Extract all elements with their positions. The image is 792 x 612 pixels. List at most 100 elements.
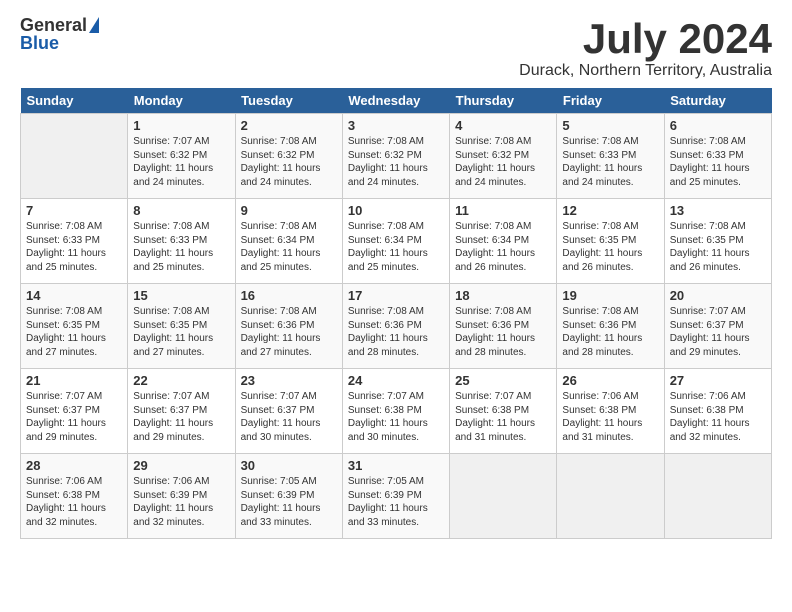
day-number: 25 (455, 373, 551, 388)
day-number: 10 (348, 203, 444, 218)
day-number: 30 (241, 458, 337, 473)
day-number: 11 (455, 203, 551, 218)
day-number: 5 (562, 118, 658, 133)
day-cell: 22Sunrise: 7:07 AM Sunset: 6:37 PM Dayli… (128, 369, 235, 454)
month-title: July 2024 (519, 16, 772, 62)
day-number: 20 (670, 288, 766, 303)
day-number: 27 (670, 373, 766, 388)
day-number: 15 (133, 288, 229, 303)
calendar-table: SundayMondayTuesdayWednesdayThursdayFrid… (20, 88, 772, 539)
day-cell: 18 Sunrise: 7:08 AM Sunset: 6:36 PM Dayli… (450, 284, 557, 369)
header-cell-saturday: Saturday (664, 88, 771, 114)
logo-icon (89, 17, 99, 33)
day-info: Sunrise: 7:05 AM Sunset: 6:39 PM Dayligh… (241, 475, 337, 529)
day-info: Sunrise: 7:08 AM Sunset: 6:32 PM Dayligh… (348, 135, 444, 189)
header-row: SundayMondayTuesdayWednesdayThursdayFrid… (21, 88, 772, 114)
header-cell-thursday: Thursday (450, 88, 557, 114)
day-cell: 28 Sunrise: 7:06 AM Sunset: 6:38 PM Dayli… (21, 454, 128, 539)
day-number: 23 (241, 373, 337, 388)
day-number: 13 (670, 203, 766, 218)
day-cell (21, 114, 128, 199)
day-number: 7 (26, 203, 122, 218)
day-info: Sunrise: 7:08 AM Sunset: 6:33 PM Dayligh… (670, 135, 766, 189)
day-info: Sunrise: 7:07 AM Sunset: 6:37 PM Dayligh… (133, 390, 229, 444)
day-info: Sunrise: 7:08 AM Sunset: 6:34 PM Dayligh… (455, 220, 551, 274)
day-info: Sunrise: 7:08 AM Sunset: 6:35 PM Dayligh… (670, 220, 766, 274)
day-number: 3 (348, 118, 444, 133)
day-info: Sunrise: 7:08 AM Sunset: 6:35 PM Dayligh… (26, 305, 122, 359)
day-number: 8 (133, 203, 229, 218)
day-info: Sunrise: 7:07 AM Sunset: 6:38 PM Dayligh… (455, 390, 551, 444)
day-info: Sunrise: 7:08 AM Sunset: 6:34 PM Dayligh… (241, 220, 337, 274)
day-cell: 25 Sunrise: 7:07 AM Sunset: 6:38 PM Dayli… (450, 369, 557, 454)
day-cell: 24 Sunrise: 7:07 AM Sunset: 6:38 PM Dayli… (342, 369, 449, 454)
day-number: 6 (670, 118, 766, 133)
logo-general-text: General (20, 16, 87, 34)
day-info: Sunrise: 7:06 AM Sunset: 6:38 PM Dayligh… (26, 475, 122, 529)
day-cell: 15 Sunrise: 7:08 AM Sunset: 6:35 PM Dayli… (128, 284, 235, 369)
day-cell (557, 454, 664, 539)
day-cell: 8 Sunrise: 7:08 AM Sunset: 6:33 PM Daylig… (128, 199, 235, 284)
day-number: 24 (348, 373, 444, 388)
day-info: Sunrise: 7:07 AM Sunset: 6:32 PM Dayligh… (133, 135, 229, 189)
day-cell: 26Sunrise: 7:06 AM Sunset: 6:38 PM Dayli… (557, 369, 664, 454)
day-cell: 2 Sunrise: 7:08 AM Sunset: 6:32 PM Daylig… (235, 114, 342, 199)
day-cell: 1 Sunrise: 7:07 AM Sunset: 6:32 PM Daylig… (128, 114, 235, 199)
day-number: 26 (562, 373, 658, 388)
day-info: Sunrise: 7:07 AM Sunset: 6:38 PM Dayligh… (348, 390, 444, 444)
calendar-body: 1 Sunrise: 7:07 AM Sunset: 6:32 PM Daylig… (21, 114, 772, 539)
day-info: Sunrise: 7:07 AM Sunset: 6:37 PM Dayligh… (26, 390, 122, 444)
day-info: Sunrise: 7:05 AM Sunset: 6:39 PM Dayligh… (348, 475, 444, 529)
header: General Blue July 2024 Durack, Northern … (20, 16, 772, 80)
day-number: 28 (26, 458, 122, 473)
day-cell: 9Sunrise: 7:08 AM Sunset: 6:34 PM Daylig… (235, 199, 342, 284)
week-row-1: 1 Sunrise: 7:07 AM Sunset: 6:32 PM Daylig… (21, 114, 772, 199)
day-cell: 4Sunrise: 7:08 AM Sunset: 6:32 PM Daylig… (450, 114, 557, 199)
day-cell: 13 Sunrise: 7:08 AM Sunset: 6:35 PM Dayli… (664, 199, 771, 284)
day-cell: 23 Sunrise: 7:07 AM Sunset: 6:37 PM Dayli… (235, 369, 342, 454)
day-number: 12 (562, 203, 658, 218)
day-info: Sunrise: 7:08 AM Sunset: 6:35 PM Dayligh… (133, 305, 229, 359)
day-number: 14 (26, 288, 122, 303)
title-area: July 2024 Durack, Northern Territory, Au… (519, 16, 772, 80)
day-number: 16 (241, 288, 337, 303)
day-number: 19 (562, 288, 658, 303)
day-cell: 3 Sunrise: 7:08 AM Sunset: 6:32 PM Daylig… (342, 114, 449, 199)
day-cell: 20 Sunrise: 7:07 AM Sunset: 6:37 PM Dayli… (664, 284, 771, 369)
day-info: Sunrise: 7:08 AM Sunset: 6:33 PM Dayligh… (562, 135, 658, 189)
day-cell: 6 Sunrise: 7:08 AM Sunset: 6:33 PM Daylig… (664, 114, 771, 199)
day-number: 1 (133, 118, 229, 133)
day-info: Sunrise: 7:08 AM Sunset: 6:32 PM Dayligh… (241, 135, 337, 189)
day-cell: 27 Sunrise: 7:06 AM Sunset: 6:38 PM Dayli… (664, 369, 771, 454)
day-cell: 17Sunrise: 7:08 AM Sunset: 6:36 PM Dayli… (342, 284, 449, 369)
day-info: Sunrise: 7:06 AM Sunset: 6:38 PM Dayligh… (670, 390, 766, 444)
day-info: Sunrise: 7:08 AM Sunset: 6:33 PM Dayligh… (133, 220, 229, 274)
header-cell-sunday: Sunday (21, 88, 128, 114)
day-cell: 11 Sunrise: 7:08 AM Sunset: 6:34 PM Dayli… (450, 199, 557, 284)
header-cell-wednesday: Wednesday (342, 88, 449, 114)
day-cell: 10Sunrise: 7:08 AM Sunset: 6:34 PM Dayli… (342, 199, 449, 284)
day-cell: 30 Sunrise: 7:05 AM Sunset: 6:39 PM Dayli… (235, 454, 342, 539)
day-cell (664, 454, 771, 539)
day-cell: 16 Sunrise: 7:08 AM Sunset: 6:36 PM Dayli… (235, 284, 342, 369)
day-number: 4 (455, 118, 551, 133)
day-number: 2 (241, 118, 337, 133)
day-cell: 21Sunrise: 7:07 AM Sunset: 6:37 PM Dayli… (21, 369, 128, 454)
week-row-3: 14 Sunrise: 7:08 AM Sunset: 6:35 PM Dayli… (21, 284, 772, 369)
day-info: Sunrise: 7:07 AM Sunset: 6:37 PM Dayligh… (670, 305, 766, 359)
day-cell: 19Sunrise: 7:08 AM Sunset: 6:36 PM Dayli… (557, 284, 664, 369)
calendar-header: SundayMondayTuesdayWednesdayThursdayFrid… (21, 88, 772, 114)
week-row-2: 7 Sunrise: 7:08 AM Sunset: 6:33 PM Daylig… (21, 199, 772, 284)
day-info: Sunrise: 7:07 AM Sunset: 6:37 PM Dayligh… (241, 390, 337, 444)
day-number: 29 (133, 458, 229, 473)
day-info: Sunrise: 7:08 AM Sunset: 6:36 PM Dayligh… (455, 305, 551, 359)
day-cell: 7Sunrise: 7:08 AM Sunset: 6:33 PM Daylig… (21, 199, 128, 284)
day-cell: 5 Sunrise: 7:08 AM Sunset: 6:33 PM Daylig… (557, 114, 664, 199)
day-cell: 14 Sunrise: 7:08 AM Sunset: 6:35 PM Dayli… (21, 284, 128, 369)
day-cell: 29Sunrise: 7:06 AM Sunset: 6:39 PM Dayli… (128, 454, 235, 539)
day-number: 18 (455, 288, 551, 303)
day-info: Sunrise: 7:08 AM Sunset: 6:36 PM Dayligh… (241, 305, 337, 359)
day-info: Sunrise: 7:08 AM Sunset: 6:35 PM Dayligh… (562, 220, 658, 274)
day-cell (450, 454, 557, 539)
header-cell-monday: Monday (128, 88, 235, 114)
